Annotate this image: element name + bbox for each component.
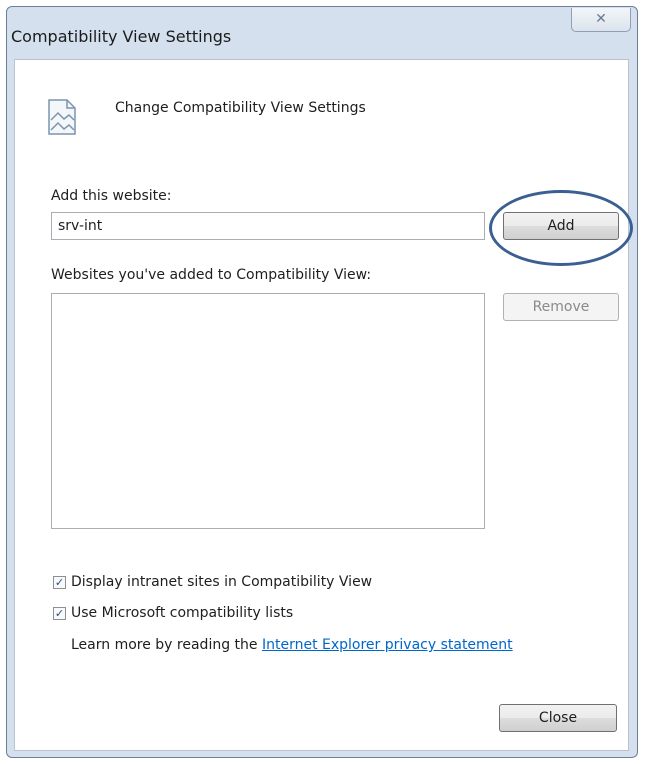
website-input[interactable] [51,212,485,240]
header-text: Change Compatibility View Settings [115,100,366,116]
title-bar[interactable]: Compatibility View Settings ✕ [7,7,637,59]
intranet-checkbox[interactable]: ✓ [53,576,66,589]
websites-list-label: Websites you've added to Compatibility V… [51,267,372,283]
close-icon[interactable]: ✕ [571,8,631,32]
learn-more-text: Learn more by reading the [71,637,262,653]
ms-lists-label: Use Microsoft compatibility lists [71,605,294,621]
close-button[interactable]: Close [499,704,617,732]
remove-button[interactable]: Remove [503,293,619,321]
compatibility-page-icon [48,99,76,135]
add-website-label: Add this website: [51,188,172,204]
add-button[interactable]: Add [503,212,619,240]
ms-lists-checkbox[interactable]: ✓ [53,607,66,620]
privacy-statement-link[interactable]: Internet Explorer privacy statement [262,637,513,653]
compatibility-view-dialog: Compatibility View Settings ✕ Change Com… [6,6,638,758]
learn-more-line: Learn more by reading the Internet Explo… [71,637,513,653]
intranet-label: Display intranet sites in Compatibility … [71,574,373,590]
websites-listbox[interactable] [51,293,485,529]
window-title: Compatibility View Settings [11,27,232,46]
dialog-content: Change Compatibility View Settings Add t… [14,59,633,751]
